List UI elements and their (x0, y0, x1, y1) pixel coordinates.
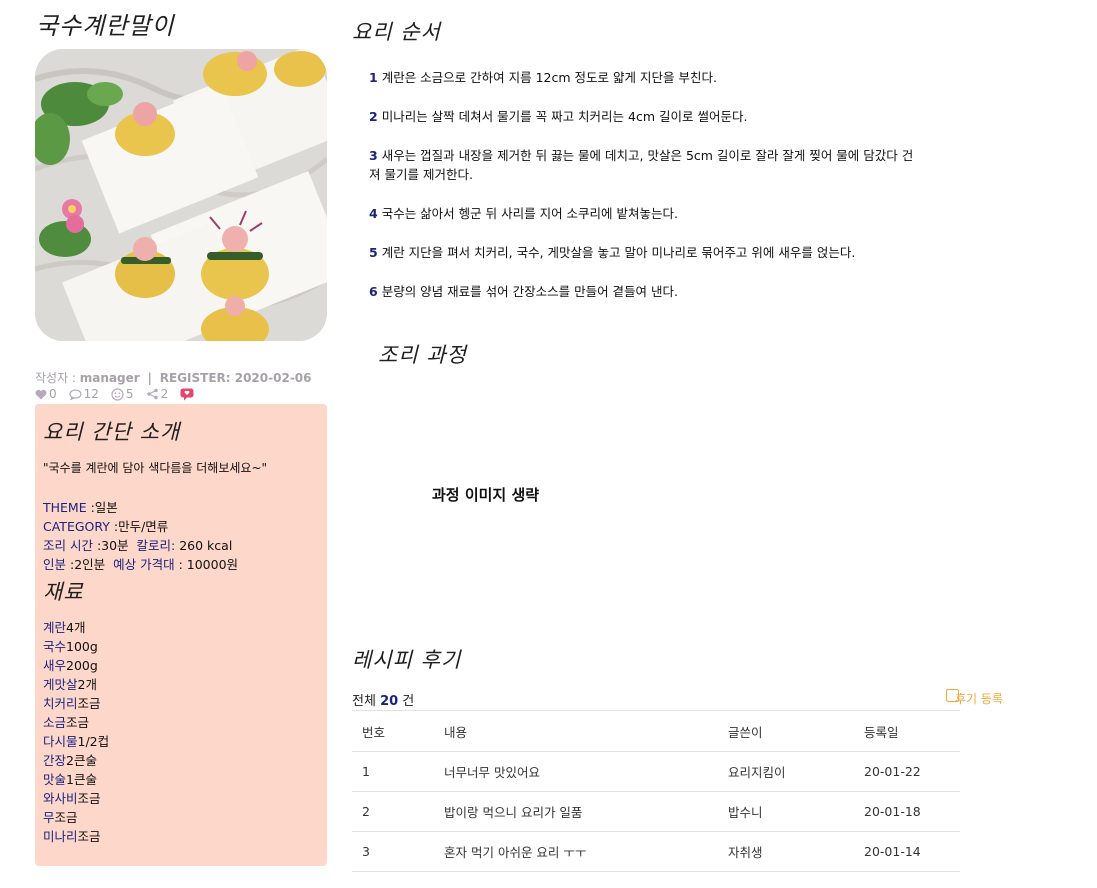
review-writer: 자취생 (718, 831, 854, 872)
smile-icon (111, 387, 124, 401)
review-no: 1 (352, 751, 434, 792)
ingredient-item: 게맛살2개 (43, 677, 97, 692)
review-count: 전체 20 건 (352, 694, 415, 709)
process-image-placeholder: 과정 이미지 생략 (432, 486, 540, 504)
ingredient-list: 계란4개 국수100g 새우200g 게맛살2개 치커리조금 소금조금 다시물1… (43, 618, 109, 846)
chat-bubble-icon (180, 388, 194, 400)
author-name: manager (79, 371, 140, 385)
share-count: 2 (160, 387, 169, 401)
category-row: CATEGORY :만두/면류 (43, 516, 168, 535)
theme-row: THEME :일본 (43, 497, 118, 516)
post-meta: 작성자 : manager | REGISTER: 2020-02-06 (35, 371, 312, 385)
ingredients-title: 재료 (43, 580, 84, 604)
time-row: 조리 시간 :30분 칼로리: 260 kcal (43, 535, 232, 554)
calorie-label: 칼로리: (136, 538, 176, 553)
intro-quote: "국수를 계란에 담아 색다름을 더해보세요~" (43, 461, 268, 475)
time-value: :30분 (92, 538, 129, 553)
review-writer: 요리지킴이 (718, 751, 854, 792)
ingredient-item: 계란4개 (43, 620, 86, 635)
register-date: 2020-02-06 (234, 371, 312, 385)
ingredient-item: 맛술1큰술 (43, 772, 97, 787)
steps-title: 요리 순서 (352, 20, 441, 44)
register-label: REGISTER: (159, 371, 235, 385)
review-total: 20 (380, 694, 399, 709)
category-value: :만두/면류 (109, 519, 169, 534)
reaction-count: 5 (125, 387, 134, 401)
like-count: 0 (49, 387, 57, 401)
serving-label: 인분 (43, 557, 67, 572)
step-item: 2 미나리는 살짝 데쳐서 물기를 꼭 짜고 치커리는 4cm 길이로 썰어둔다. (369, 109, 748, 124)
serving-value: :2인분 (66, 557, 106, 572)
step-list: 1 계란은 소금으로 간하여 지름 12cm 정도로 얇게 지단을 부친다. 2미… (369, 68, 929, 301)
ingredient-item: 다시물1/2컵 (43, 734, 110, 749)
price-label: 예상 가격대 (113, 557, 175, 572)
reaction-stat[interactable]: 5 (111, 387, 134, 401)
step-item: 3 새우는 껍질과 내장을 제거한 뒤 끓는 물에 데치고, 맛살은 5cm 길이… (369, 148, 914, 182)
recipe-title: 국수계란말이 (36, 12, 175, 40)
column-header: 글쓴이 (718, 710, 854, 752)
table-row[interactable]: 3 혼자 먹기 아쉬운 요리 ㅜㅜ 자취생 20-01-14 (352, 831, 960, 872)
post-stats: 0 12 5 2 (35, 387, 208, 401)
theme-value: :일본 (86, 500, 118, 515)
step-item: 6 분량의 양념 재료를 섞어 간장소스를 만들어 곁들여 낸다. (369, 284, 678, 299)
review-date: 20-01-18 (854, 791, 960, 832)
write-review-label: 후기 등록 (955, 692, 1003, 706)
review-table: 번호 내용 글쓴이 등록일 1 너무너무 맛있어요 요리지킴이 20-01-22… (352, 710, 960, 872)
review-no: 2 (352, 791, 434, 832)
comment-icon (69, 388, 82, 400)
reviews-title: 레시피 후기 (352, 648, 462, 672)
step-item: 5 계란 지단을 펴서 치커리, 국수, 게맛살을 놓고 말아 미나리로 묶어주고… (369, 245, 856, 260)
review-date: 20-01-14 (854, 831, 960, 872)
comment-count: 12 (83, 387, 99, 401)
heart-icon (35, 389, 47, 399)
theme-label: THEME (43, 500, 87, 515)
serving-row: 인분 :2인분 예상 가격대 : 10000원 (43, 554, 238, 573)
category-label: CATEGORY (43, 519, 110, 534)
author-label: 작성자 : (35, 371, 80, 385)
ingredient-item: 새우200g (43, 658, 98, 673)
column-header: 내용 (434, 710, 718, 752)
ingredient-item: 소금조금 (43, 715, 90, 730)
table-row[interactable]: 1 너무너무 맛있어요 요리지킴이 20-01-22 (352, 751, 960, 792)
review-content[interactable]: 밥이랑 먹으니 요리가 일품 (434, 791, 718, 832)
like-stat[interactable]: 0 (35, 387, 57, 401)
intro-title: 요리 간단 소개 (43, 420, 181, 444)
share-icon (146, 388, 158, 400)
review-content[interactable]: 혼자 먹기 아쉬운 요리 ㅜㅜ (434, 831, 718, 872)
write-review-button[interactable]: 후기 등록 (946, 689, 1003, 707)
write-icon (946, 689, 959, 702)
column-header: 등록일 (854, 710, 960, 752)
chat-stat[interactable] (180, 388, 196, 401)
table-row[interactable]: 2 밥이랑 먹으니 요리가 일품 밥수니 20-01-18 (352, 791, 960, 832)
price-value: : 10000원 (174, 557, 239, 572)
step-item: 1 계란은 소금으로 간하여 지름 12cm 정도로 얇게 지단을 부친다. (369, 70, 717, 85)
calorie-value: 260 kcal (175, 538, 233, 553)
comment-stat[interactable]: 12 (69, 387, 99, 401)
share-stat[interactable]: 2 (146, 387, 169, 401)
column-header: 번호 (352, 710, 434, 752)
ingredient-item: 미나리조금 (43, 829, 101, 844)
step-item: 4 국수는 삶아서 헹군 뒤 사리를 지어 소쿠리에 밭쳐놓는다. (369, 206, 678, 221)
review-no: 3 (352, 831, 434, 872)
ingredient-item: 국수100g (43, 639, 98, 654)
time-label: 조리 시간 (43, 538, 93, 553)
review-date: 20-01-22 (854, 751, 960, 792)
ingredient-item: 와사비조금 (43, 791, 101, 806)
ingredient-item: 치커리조금 (43, 696, 101, 711)
process-title: 조리 과정 (378, 343, 467, 367)
recipe-photo (35, 49, 327, 341)
ingredient-item: 간장2큰술 (43, 753, 97, 768)
review-writer: 밥수니 (718, 791, 854, 832)
table-header-row: 번호 내용 글쓴이 등록일 (352, 710, 960, 752)
ingredient-item: 무조금 (43, 810, 78, 825)
intro-box: 요리 간단 소개 "국수를 계란에 담아 색다름을 더해보세요~" THEME … (35, 404, 327, 866)
review-content[interactable]: 너무너무 맛있어요 (434, 751, 718, 792)
